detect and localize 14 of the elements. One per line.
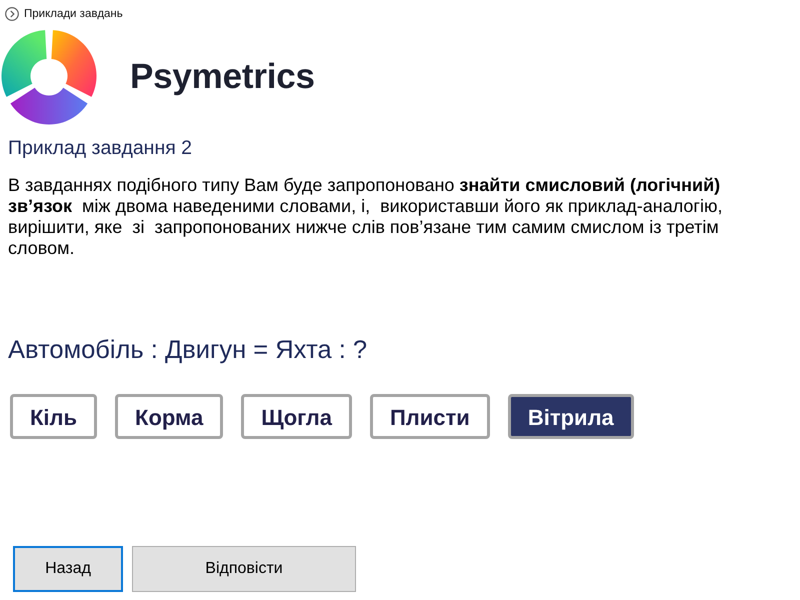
answer-option[interactable]: Вітрила	[508, 394, 634, 439]
answer-option[interactable]: Кіль	[10, 394, 98, 439]
answer-option[interactable]: Щогла	[241, 394, 352, 439]
answer-option[interactable]: Плисти	[370, 394, 490, 439]
task-instructions: В завданнях подібного типу Вам буде запропоновано знайти смисловий (логічний) зв’язок між двома наведеними словами, і, використавши його як приклад-аналогію, вирішити, яке зі запропонованих нижче слів пов’язане тим самим смислом із третім словом.	[8, 175, 724, 259]
back-button[interactable]: Назад	[13, 546, 123, 592]
examples-link[interactable]: Приклади завдань	[5, 7, 123, 21]
answer-button[interactable]: Відповісти	[132, 546, 356, 592]
chevron-circle-icon	[5, 7, 19, 21]
brand-name: Psymetrics	[130, 57, 315, 97]
analogy-question: Автомобіль : Двигун = Яхта : ?	[8, 335, 368, 365]
answer-option[interactable]: Корма	[115, 394, 224, 439]
ring-logo-icon	[1, 29, 97, 125]
task-title: Приклад завдання 2	[8, 136, 192, 160]
